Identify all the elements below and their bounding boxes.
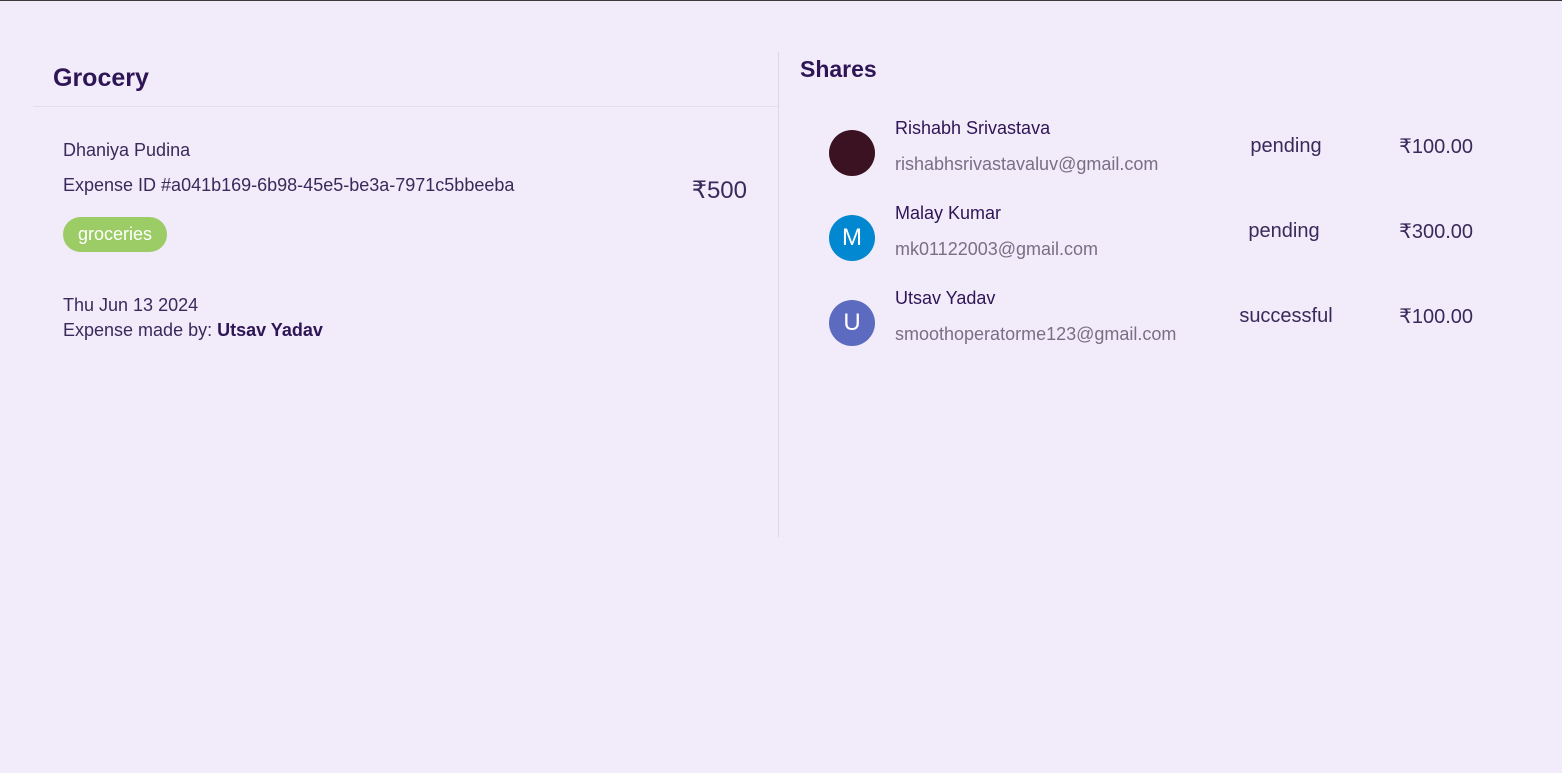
- share-row: Rishabh Srivastava rishabhsrivastavaluv@…: [829, 118, 1479, 188]
- avatar: [829, 130, 875, 176]
- expense-id: Expense ID #a041b169-6b98-45e5-be3a-7971…: [63, 175, 515, 195]
- avatar: M: [829, 215, 875, 261]
- share-row: U Utsav Yadav smoothoperatorme123@gmail.…: [829, 288, 1479, 358]
- share-status: pending: [1250, 135, 1322, 157]
- shares-title: Shares: [800, 56, 877, 82]
- made-by-name: Utsav Yadav: [217, 320, 323, 340]
- share-status: pending: [1248, 220, 1320, 242]
- shares-panel: Shares Rishabh Srivastava rishabhsrivast…: [778, 52, 1498, 537]
- expense-description: Dhaniya Pudina: [63, 140, 191, 160]
- share-status: successful: [1239, 305, 1333, 327]
- share-name: Rishabh Srivastava: [895, 118, 1051, 138]
- avatar: U: [829, 300, 875, 346]
- share-row: M Malay Kumar mk01122003@gmail.com pendi…: [829, 203, 1479, 273]
- expense-amount: ₹500: [691, 177, 747, 204]
- expense-made-by: Expense made by: Utsav Yadav: [63, 320, 323, 341]
- expense-details-panel: Grocery Dhaniya Pudina Expense ID #a041b…: [33, 52, 778, 537]
- category-tag[interactable]: groceries: [63, 217, 168, 252]
- header-divider: [33, 106, 778, 107]
- top-border: [0, 0, 1562, 1]
- expense-date: Thu Jun 13 2024: [63, 295, 199, 315]
- share-name: Utsav Yadav: [895, 288, 996, 308]
- share-email: smoothoperatorme123@gmail.com: [895, 324, 1177, 344]
- share-email: mk01122003@gmail.com: [895, 239, 1099, 259]
- share-name: Malay Kumar: [895, 203, 1002, 223]
- share-amount: ₹300.00: [1399, 221, 1473, 243]
- expense-title: Grocery: [53, 64, 149, 92]
- share-email: rishabhsrivastavaluv@gmail.com: [895, 154, 1159, 174]
- made-by-label: Expense made by:: [63, 320, 213, 340]
- share-amount: ₹100.00: [1399, 136, 1473, 158]
- share-amount: ₹100.00: [1399, 306, 1473, 328]
